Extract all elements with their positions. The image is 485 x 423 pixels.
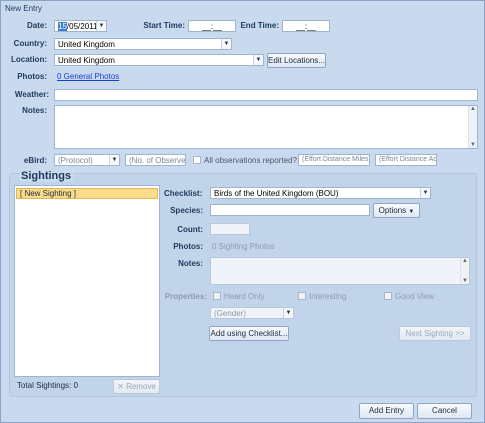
checklist-label: Checklist: [164,189,203,198]
country-value: United Kingdom [58,40,115,49]
notes-scrollbar[interactable]: ▲ ▼ [468,106,477,148]
sightings-title: Sightings [19,170,74,182]
effort-distance-input[interactable]: (Effort Distance Miles) [298,154,370,166]
chevron-down-icon[interactable]: ▼ [109,155,119,165]
country-select[interactable]: United Kingdom ▼ [54,38,232,50]
date-label: Date: [26,21,47,30]
notes-textarea[interactable] [54,105,478,149]
next-sighting-button[interactable]: Next Sighting >> [399,326,471,341]
sightings-list[interactable]: [ New Sighting ] [14,185,160,377]
general-photos-link[interactable]: 0 General Photos [57,72,119,81]
chevron-up-icon[interactable]: ▲ [461,258,469,264]
checklist-value: Birds of the United Kingdom (BOU) [214,189,339,198]
chevron-down-icon[interactable]: ▼ [461,278,469,284]
count-label: Count: [177,225,203,234]
end-time-input[interactable]: __:__ [282,20,330,32]
gender-value: (Gender) [214,309,247,318]
chevron-up-icon[interactable]: ▲ [469,106,477,112]
start-time-input[interactable]: __:__ [188,20,236,32]
location-value: United Kingdom [58,56,115,65]
sighting-photos-label: Photos: [173,242,203,251]
window-title: New Entry [1,1,484,16]
edit-locations-button[interactable]: Edit Locations... [267,53,326,68]
options-button[interactable]: Options ▼ [373,203,420,218]
observers-input[interactable]: (No. of Observers) [125,154,186,166]
location-select[interactable]: United Kingdom ▼ [54,54,264,66]
total-sightings: Total Sightings: 0 [17,381,78,390]
add-using-checklist-button[interactable]: Add using Checklist... [209,326,289,341]
chevron-down-icon[interactable]: ▼ [253,55,263,65]
add-entry-button[interactable]: Add Entry [359,403,414,419]
chevron-down-icon: ▼ [408,209,415,215]
species-label: Species: [170,206,203,215]
end-time-label: End Time: [240,21,279,30]
protocol-value: (Protocol) [58,156,93,165]
photos-label: Photos: [17,72,47,81]
cancel-button[interactable]: Cancel [417,403,472,419]
sighting-notes-scrollbar[interactable]: ▲ ▼ [460,258,469,284]
start-time-label: Start Time: [143,21,185,30]
chevron-down-icon[interactable]: ▼ [221,39,231,49]
chevron-down-icon[interactable]: ▼ [283,308,293,318]
protocol-select[interactable]: (Protocol) ▼ [54,154,120,166]
chevron-down-icon[interactable]: ▼ [96,21,106,31]
checklist-select[interactable]: Birds of the United Kingdom (BOU) ▼ [210,187,431,199]
weather-input[interactable] [54,89,478,101]
options-label: Options [378,206,407,215]
notes-label: Notes: [22,106,47,115]
all-observations-checkbox[interactable] [193,156,201,164]
list-item[interactable]: [ New Sighting ] [16,188,158,199]
interesting-checkbox[interactable] [298,292,306,300]
location-label: Location: [11,55,47,64]
heard-only-label: Heard Only [224,292,265,301]
count-input[interactable] [210,223,250,235]
remove-button[interactable]: ✕ Remove [113,379,160,394]
heard-only-checkbox[interactable] [213,292,221,300]
good-view-label: Good View [395,292,434,301]
chevron-down-icon[interactable]: ▼ [420,188,430,198]
ebird-label: eBird: [23,156,47,165]
date-rest: /05/2011 [66,22,98,31]
interesting-label: Interesting [309,292,347,301]
gender-select[interactable]: (Gender) ▼ [210,307,294,319]
sighting-photos-value: 0 Sighting Photos [212,242,275,251]
date-picker[interactable]: 15/05/2011 ▼ [54,20,107,32]
date-day-selected: 15 [58,22,67,31]
all-observations-label: All observations reported? [204,156,297,165]
sighting-notes-label: Notes: [178,259,203,268]
new-entry-window: New Entry Date: 15/05/2011 ▼ Start Time:… [0,0,485,423]
chevron-down-icon[interactable]: ▼ [469,142,477,148]
effort-area-input[interactable]: (Effort Distance Acres) [375,154,437,166]
good-view-checkbox[interactable] [384,292,392,300]
weather-label: Weather: [14,90,49,99]
sighting-notes-textarea[interactable] [210,257,470,285]
species-input[interactable] [210,204,370,216]
properties-label: Properties: [164,292,207,301]
country-label: Country: [13,39,47,48]
